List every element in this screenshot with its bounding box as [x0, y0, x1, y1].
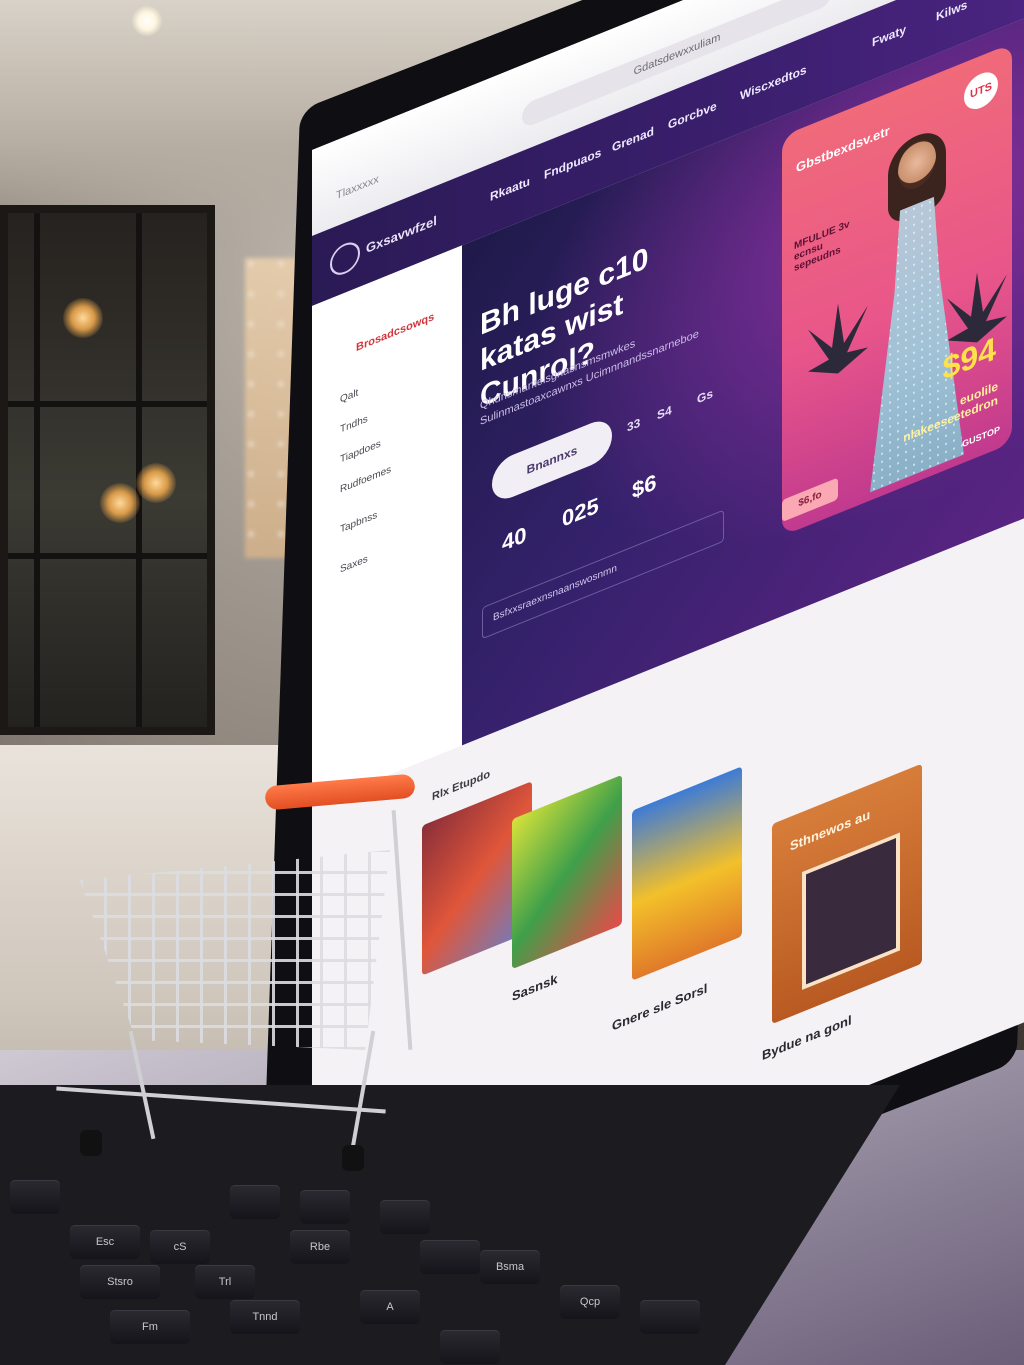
plant-icon: [808, 291, 868, 385]
nav-item[interactable]: Fwaty: [872, 22, 906, 50]
promo-side-text: MFULUE 3v ecnsu sepeudns: [794, 218, 850, 275]
product-card[interactable]: [632, 766, 742, 981]
logo-text: Gxsavwfzel: [366, 212, 437, 257]
sidebar-item[interactable]: Qalt: [340, 387, 358, 405]
window-frame: [34, 213, 40, 727]
product-caption: Sasnsk: [512, 970, 558, 1005]
shopping-cart-miniature: [56, 773, 440, 1200]
sidebar-item[interactable]: Tapbnss: [340, 510, 377, 536]
cart-leg: [348, 1030, 376, 1160]
sidebar-item[interactable]: Saxes: [340, 553, 368, 575]
promo-badge: UTS: [964, 66, 998, 115]
sidebar-item[interactable]: Tiapdoes: [340, 438, 381, 465]
window: [0, 205, 215, 735]
nav-item[interactable]: Rkaatu: [490, 174, 530, 204]
hero-stat: $6: [632, 468, 657, 504]
browser-tab[interactable]: Tlaxxxxx: [336, 173, 379, 202]
promo-card[interactable]: Gbstbexdsv.etr UTS MFULUE 3v ecnsu sepeu…: [782, 43, 1012, 537]
hero-label: Gs: [697, 385, 714, 407]
model-dress: [870, 185, 964, 493]
cart-handle: [264, 773, 416, 811]
product-label: Sthnewos au: [790, 806, 871, 854]
window-frame: [8, 553, 207, 559]
cart-wheel: [80, 1130, 102, 1156]
cart-leg: [391, 810, 413, 1050]
hero-cta-button[interactable]: Bnannxs: [492, 414, 612, 506]
hero-label: 33: [627, 415, 641, 435]
hero-stat: 40: [502, 521, 527, 557]
sidebar-title: Brosadcsowqs: [356, 310, 435, 355]
logo-icon: [330, 237, 360, 280]
products-section-title: Rlx Etupdo: [432, 768, 491, 804]
sidebar-item[interactable]: Tndhs: [340, 413, 368, 435]
lamp-glow: [136, 463, 176, 503]
window-frame: [8, 401, 207, 407]
nav-item[interactable]: Grenad: [612, 124, 654, 155]
lamp-glow: [63, 298, 103, 338]
cart-base: [56, 1086, 386, 1114]
nav-item[interactable]: Fndpuaos: [544, 145, 601, 182]
cart-wheel: [342, 1145, 364, 1171]
hero-stat: 025: [562, 492, 599, 532]
nav-item[interactable]: Wiscxedtos: [740, 62, 807, 103]
lamp-glow: [100, 483, 140, 523]
cart-leg: [128, 1030, 156, 1140]
sidebar-item[interactable]: Rudfoemes: [340, 464, 391, 496]
nav-item[interactable]: Gorcbve: [668, 98, 717, 132]
promo-chip[interactable]: $6,fo: [782, 477, 838, 523]
category-sidebar: Brosadcsowqs Qalt Tndhs Tiapdoes Rudfoem…: [312, 244, 463, 806]
ceiling-light: [132, 6, 162, 36]
cart-basket: [80, 850, 390, 1050]
hero-label: S4: [657, 402, 672, 423]
product-package-image: [802, 832, 900, 991]
product-card[interactable]: Sthnewos au: [772, 763, 922, 1025]
nav-item[interactable]: Kilws: [936, 0, 967, 24]
product-caption: Gnere sle Sorsl: [612, 980, 708, 1034]
